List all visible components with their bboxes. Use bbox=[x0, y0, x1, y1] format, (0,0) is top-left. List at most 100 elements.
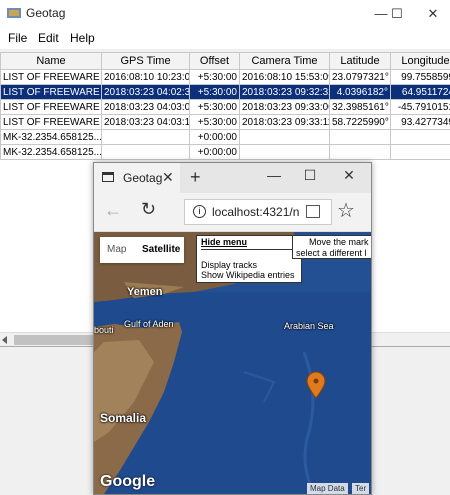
scroll-left-icon[interactable] bbox=[2, 336, 7, 344]
maximize-button[interactable]: ☐ bbox=[374, 0, 420, 27]
table-row[interactable]: MK-32.2354.658125... +0:00:00 bbox=[1, 130, 450, 145]
label-yemen: Yemen bbox=[127, 286, 162, 298]
empty-cell bbox=[391, 300, 450, 314]
empty-cell bbox=[391, 314, 450, 328]
map-type-control: Map Satellite bbox=[100, 237, 184, 263]
cell-latitude[interactable]: 4.0396182° bbox=[330, 85, 391, 100]
map-type-map-button[interactable]: Map bbox=[107, 244, 126, 255]
instruction-line-1: Move the mark bbox=[309, 237, 369, 247]
cell-offset[interactable]: +5:30:00 bbox=[190, 85, 240, 100]
cell-longitude[interactable]: 64.9511724° bbox=[391, 85, 450, 100]
close-button[interactable]: ✕ bbox=[416, 0, 450, 27]
title-bar: Geotag — ☐ ✕ bbox=[0, 0, 450, 27]
browser-minimize-button[interactable]: — bbox=[259, 167, 289, 183]
map-type-satellite-button[interactable]: Satellite bbox=[142, 244, 180, 255]
col-header-gps-time[interactable]: GPS Time bbox=[102, 53, 190, 70]
empty-cell bbox=[391, 258, 450, 272]
col-header-offset[interactable]: Offset bbox=[190, 53, 240, 70]
cell-camera-time[interactable]: 2018:03:23 09:33:11 bbox=[240, 115, 330, 130]
cell-name[interactable]: MK-32.2354.658125... bbox=[1, 145, 102, 160]
empty-cell bbox=[391, 216, 450, 230]
table-row[interactable]: LIST OF FREEWARE ...2018:03:23 04:02:32+… bbox=[1, 85, 450, 100]
empty-cell bbox=[1, 244, 102, 258]
cell-gps-time[interactable]: 2018:03:23 04:03:11 bbox=[102, 115, 190, 130]
cell-gps-time[interactable]: 2016:08:10 10:23:09 bbox=[102, 70, 190, 85]
new-tab-button[interactable]: + bbox=[190, 167, 201, 188]
browser-maximize-button[interactable]: ☐ bbox=[295, 167, 325, 184]
empty-cell bbox=[1, 300, 102, 314]
cell-name[interactable]: LIST OF FREEWARE ... bbox=[1, 100, 102, 115]
empty-cell bbox=[391, 174, 450, 188]
cell-offset[interactable]: +5:30:00 bbox=[190, 115, 240, 130]
empty-cell bbox=[1, 230, 102, 244]
cell-gps-time[interactable]: 2018:03:23 04:03:00 bbox=[102, 100, 190, 115]
cell-gps-time[interactable] bbox=[102, 130, 190, 145]
cell-name[interactable]: LIST OF FREEWARE ... bbox=[1, 85, 102, 100]
col-header-longitude[interactable]: Longitude bbox=[391, 53, 450, 70]
col-header-latitude[interactable]: Latitude bbox=[330, 53, 391, 70]
empty-cell bbox=[391, 244, 450, 258]
cell-camera-time[interactable] bbox=[240, 130, 330, 145]
table-row[interactable]: LIST OF FREEWARE ...2018:03:23 04:03:00+… bbox=[1, 100, 450, 115]
menu-help[interactable]: Help bbox=[70, 31, 95, 45]
cell-offset[interactable]: +0:00:00 bbox=[190, 145, 240, 160]
table-row[interactable]: LIST OF FREEWARE ...2016:08:10 10:23:09+… bbox=[1, 70, 450, 85]
map-data-link[interactable]: Map Data bbox=[307, 483, 348, 494]
favorite-star-icon[interactable]: ☆ bbox=[337, 198, 355, 223]
empty-cell bbox=[1, 160, 102, 175]
show-wikipedia-link[interactable]: Show Wikipedia entries bbox=[201, 270, 295, 280]
address-text[interactable]: localhost:4321/n bbox=[212, 205, 299, 219]
cell-longitude[interactable] bbox=[391, 130, 450, 145]
empty-cell bbox=[391, 230, 450, 244]
label-somalia: Somalia bbox=[100, 411, 146, 425]
instruction-note: Move the mark select a different l bbox=[292, 235, 371, 259]
col-header-camera-time[interactable]: Camera Time bbox=[240, 53, 330, 70]
table-row[interactable]: MK-32.2354.658125... +0:00:00 bbox=[1, 145, 450, 160]
menu-divider bbox=[201, 249, 297, 250]
cell-camera-time[interactable]: 2018:03:23 09:33:00 bbox=[240, 100, 330, 115]
terms-link[interactable]: Ter bbox=[352, 483, 369, 494]
info-icon[interactable]: i bbox=[193, 205, 206, 218]
col-header-name[interactable]: Name bbox=[1, 53, 102, 70]
address-bar[interactable]: i localhost:4321/n bbox=[184, 199, 332, 225]
cell-latitude[interactable]: 58.7225990° bbox=[330, 115, 391, 130]
geotag-app-icon bbox=[7, 6, 21, 20]
cell-latitude[interactable] bbox=[330, 145, 391, 160]
reading-view-icon[interactable] bbox=[306, 205, 320, 218]
cell-latitude[interactable]: 23.0797321° bbox=[330, 70, 391, 85]
cell-offset[interactable]: +5:30:00 bbox=[190, 100, 240, 115]
cell-name[interactable]: LIST OF FREEWARE ... bbox=[1, 70, 102, 85]
cell-gps-time[interactable]: 2018:03:23 04:02:32 bbox=[102, 85, 190, 100]
cell-camera-time[interactable]: 2016:08:10 15:53:09 bbox=[240, 70, 330, 85]
cell-offset[interactable]: +5:30:00 bbox=[190, 70, 240, 85]
cell-camera-time[interactable]: 2018:03:23 09:32:32 bbox=[240, 85, 330, 100]
cell-latitude[interactable]: 32.3985161° bbox=[330, 100, 391, 115]
empty-cell bbox=[1, 216, 102, 230]
cell-name[interactable]: MK-32.2354.658125... bbox=[1, 130, 102, 145]
browser-close-button[interactable]: ✕ bbox=[334, 167, 364, 184]
cell-offset[interactable]: +0:00:00 bbox=[190, 130, 240, 145]
cell-name[interactable]: LIST OF FREEWARE ... bbox=[1, 115, 102, 130]
cell-camera-time[interactable] bbox=[240, 145, 330, 160]
cell-latitude[interactable] bbox=[330, 130, 391, 145]
cell-gps-time[interactable] bbox=[102, 145, 190, 160]
satellite-map[interactable]: Map Satellite Hide menu Display tracks S… bbox=[94, 232, 371, 494]
display-tracks-link[interactable]: Display tracks bbox=[201, 260, 257, 270]
instruction-line-2: select a different l bbox=[296, 248, 366, 258]
cell-longitude[interactable] bbox=[391, 145, 450, 160]
scrollbar-thumb[interactable] bbox=[14, 335, 94, 345]
browser-tab[interactable]: Geotag ✕ bbox=[94, 163, 180, 193]
empty-cell bbox=[1, 272, 102, 286]
refresh-button[interactable]: ↻ bbox=[141, 199, 156, 220]
menu-file[interactable]: File bbox=[8, 31, 27, 45]
back-button[interactable]: ← bbox=[104, 200, 122, 221]
label-djibouti: bouti bbox=[94, 325, 114, 335]
cell-longitude[interactable]: 99.7558599° bbox=[391, 70, 450, 85]
tab-close-icon[interactable]: ✕ bbox=[162, 169, 174, 186]
menu-edit[interactable]: Edit bbox=[38, 31, 59, 45]
empty-cell bbox=[1, 314, 102, 328]
cell-longitude[interactable]: -45.7910151° bbox=[391, 100, 450, 115]
table-row[interactable]: LIST OF FREEWARE ...2018:03:23 04:03:11+… bbox=[1, 115, 450, 130]
hide-menu-link[interactable]: Hide menu bbox=[201, 237, 247, 247]
cell-longitude[interactable]: 93.4277349° bbox=[391, 115, 450, 130]
